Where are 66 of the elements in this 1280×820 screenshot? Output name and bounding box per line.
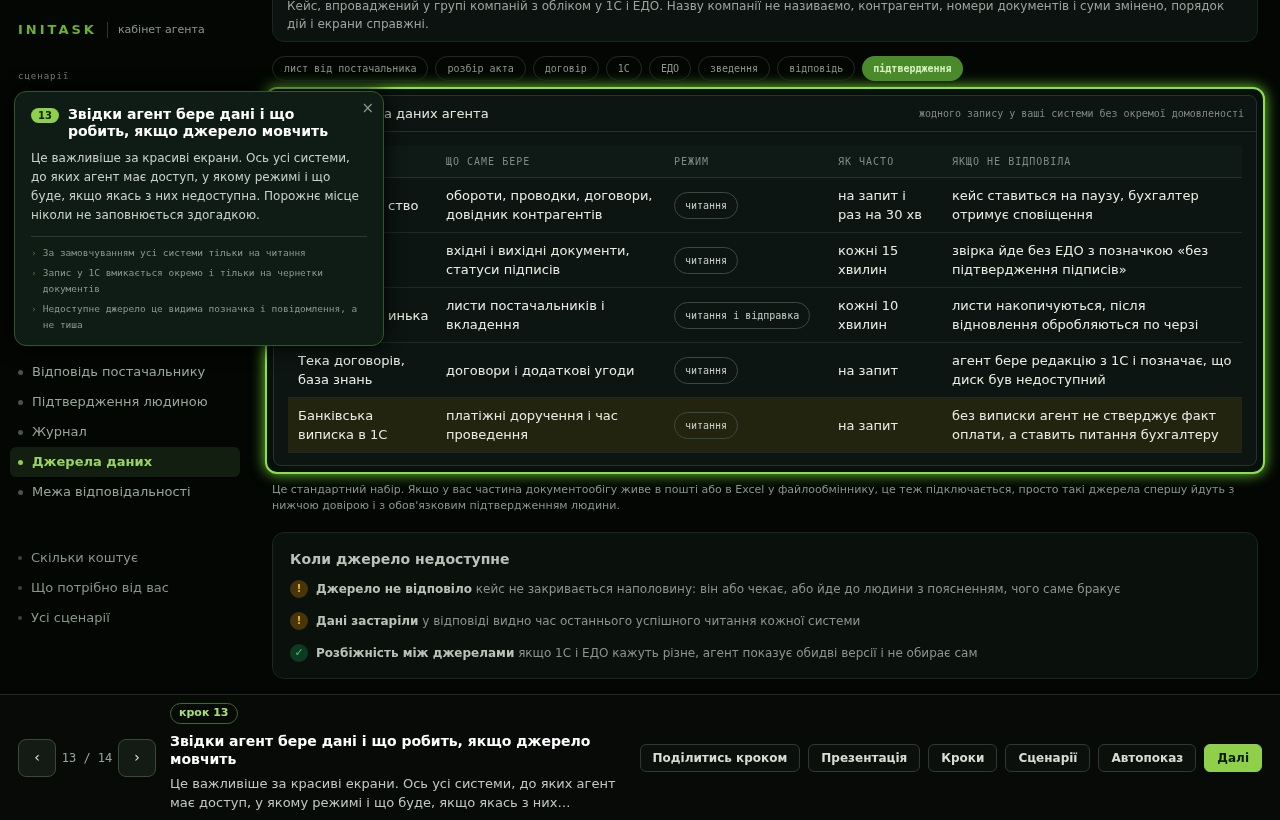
warning-icon: ! xyxy=(290,612,308,630)
table-cell: агент бере редакцію з 1С і позначає, що диск був недоступний xyxy=(952,353,1232,387)
sidebar-item[interactable]: Джерела даних xyxy=(10,447,240,477)
bullet-marker: › xyxy=(31,302,37,316)
step-counter: 13 / 14 xyxy=(60,749,114,767)
sidebar-item[interactable]: Усі сценарії xyxy=(10,603,240,633)
table-cell: на запит xyxy=(838,362,898,378)
sidebar-item[interactable]: Що потрібно від вас xyxy=(10,573,240,603)
panel-note: жодного запису у ваші системи без окремої домовленості xyxy=(918,107,1244,121)
close-button[interactable]: × xyxy=(361,97,374,120)
check-icon: ✓ xyxy=(290,644,308,662)
column-header: ЯКЩО НЕ ВІДПОВІЛА xyxy=(951,155,1073,169)
table-cell-text: ство xyxy=(388,196,419,215)
bullet-text: За замовчуванням усі системи тільки на читання xyxy=(42,246,306,260)
brand-subtitle: кабінет агента xyxy=(117,21,205,38)
table-cell: листи накопичуються, після відновлення обробляються по черзі xyxy=(952,298,1199,332)
table-cell: на запит xyxy=(838,417,898,433)
toolbar-button[interactable]: Автопоказ xyxy=(1098,743,1197,772)
sidebar-item[interactable]: Межа відповідальності xyxy=(10,477,240,507)
section-label: сценарії xyxy=(17,69,71,83)
table-cell: листи постачальників і вкладення xyxy=(446,298,605,332)
toolbar-button[interactable]: Презентація xyxy=(808,743,921,772)
logo: INITASK xyxy=(18,21,97,39)
card-title: Коли джерело недоступне xyxy=(290,550,511,569)
warning-icon: ! xyxy=(290,580,308,598)
step-description: Це важливіше за красиві екрани. Ось усі системи, до яких агент має доступ, у якому режимі і що буде, якщо якась з них… xyxy=(170,774,617,812)
table-cell: кожні 15 хвилин xyxy=(838,243,899,277)
sidebar-item[interactable]: Скільки коштує xyxy=(10,543,240,573)
bullet-marker: › xyxy=(31,266,37,280)
column-header: ЯК ЧАСТО xyxy=(837,155,896,169)
table-cell: звірка йде без ЕДО з позначкою «без підтвердження підписів» xyxy=(952,243,1209,277)
bullet-marker: › xyxy=(31,246,37,260)
table-cell-text: Тека договорів, база знань xyxy=(298,352,406,389)
table-cell: обороти, проводки, договори, довідник контрагентів xyxy=(446,188,653,222)
bullet-text: Недоступне джерело це видима позначка і повідомлення, а не тиша xyxy=(42,302,359,332)
toolbar-button[interactable]: Сценарії xyxy=(1005,743,1091,772)
previous-button[interactable]: ‹ xyxy=(18,738,56,777)
popover-text: Це важливіше за красиві екрани. Ось усі системи, до яких агент має доступ, у якому режимі і що буде, якщо якась з них недоступна. Порожнє місце ніколи не заповнюється здогадкою. xyxy=(31,150,360,224)
next-button[interactable]: Далі xyxy=(1204,743,1262,772)
table-cell: договори і додаткові угоди xyxy=(446,362,635,378)
table-cell-text: инька xyxy=(388,306,429,325)
toolbar-button[interactable]: Кроки xyxy=(928,743,998,772)
sidebar-item[interactable]: Відповідь постачальнику xyxy=(10,357,240,387)
column-header: ЩО САМЕ БЕРЕ xyxy=(445,155,532,169)
bullet-text: Запис у 1С вмикається окремо і тільки на чернетки документів xyxy=(42,266,324,296)
item-text: Розбіжність між джерелами якщо 1С і ЕДО кажуть різне, агент показує обидві версії і не обирає сам xyxy=(316,645,978,662)
step-number-badge: 13 xyxy=(31,108,59,123)
toolbar-button[interactable]: Поділитись кроком xyxy=(639,743,801,772)
intro-card: Кейс, впроваджений у групі компаній з обліком у 1С і ЕДО. Назву компанії не називаємо, контрагенти, номери документів і суми змінено, порядок дій і екрани справжні. xyxy=(272,0,1258,42)
table-cell: на запит і раз на 30 хв xyxy=(838,188,922,222)
table-cell: вхідні і вихідні документи, статуси підписів xyxy=(446,243,630,277)
panel-title: а даних агента xyxy=(384,104,489,123)
table-cell: без виписки агент не стверджує факт оплати, а ставить питання бухгалтеру xyxy=(952,408,1219,442)
table-cell: кожні 10 хвилин xyxy=(838,298,899,332)
table-cell-text: Банківська виписка в 1С xyxy=(298,407,389,444)
footnote: Це стандартний набір. Якщо у вас частина документообігу живе в пошті або в Excel у файлообміннику, це теж підключається, просто такі джерела спершу йдуть з нижчою довірою і з обов'язковим підтвердженням людини. xyxy=(272,482,1236,514)
step-title: Звідки агент бере дані і що робить, якщо джерело мовчить xyxy=(170,731,592,768)
sidebar-item[interactable]: Підтвердження людиною xyxy=(10,387,240,417)
column-header: РЕЖИМ xyxy=(673,155,711,169)
item-text: Джерело не відповіло кейс не закривається наполовину: він або чекає, або йде до людини з поясненням, чого саме бракує xyxy=(316,581,1121,598)
table-cell: платіжні доручення і час проведення xyxy=(446,408,618,442)
item-text: Дані застаріли у відповіді видно час останнього успішного читання кожної системи xyxy=(316,613,861,630)
table-cell: кейс ставиться на паузу, бухгалтер отримує сповіщення xyxy=(952,188,1199,222)
popover-title: Звідки агент бере дані і що робить, якщо джерело мовчить xyxy=(67,106,330,140)
sidebar-item[interactable]: Журнал xyxy=(10,417,240,447)
next-step-button[interactable]: › xyxy=(118,738,156,777)
